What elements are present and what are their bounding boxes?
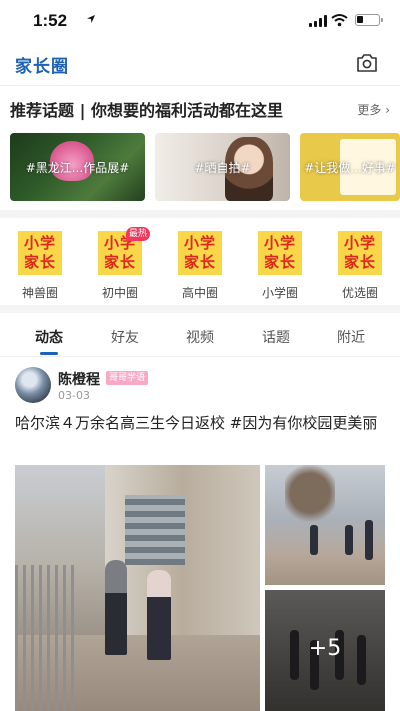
topics-header: 推荐话题 | 你想要的福利活动都在这里 更多 › (10, 97, 390, 123)
topic-card-good-deed[interactable]: #让我做...好事# (300, 133, 400, 201)
category-label: 优选圈 (341, 286, 378, 300)
status-bar: 1:52 (0, 0, 400, 42)
category-label: 小学圈 (261, 286, 298, 300)
post-author[interactable]: 陈橙程 (58, 369, 100, 389)
topic-cards: #黑龙江...作品展# #晒自拍# #让我做...好事# (10, 133, 400, 201)
avatar[interactable] (15, 367, 51, 403)
nav-bar: 家长圈 (0, 42, 400, 86)
topic-card-label: #黑龙江...作品展# (25, 161, 130, 175)
post-text[interactable]: 哈尔滨４万余名高三生今日返校 #因为有你校园更美丽 (15, 412, 385, 435)
section-divider (0, 305, 400, 313)
category-label: 初中圈 (101, 286, 138, 300)
category-senior-high[interactable]: 小学 家长 高中圈 (170, 231, 230, 300)
category-label: 高中圈 (181, 286, 218, 300)
more-photos-count: +5 (308, 636, 342, 661)
page-title: 家长圈 (15, 57, 69, 77)
post-photo-queue[interactable] (265, 465, 385, 585)
category-label: 神兽圈 (21, 286, 58, 300)
active-tab-indicator (40, 352, 58, 355)
tab-videos[interactable]: 视频 (170, 327, 230, 347)
topics-title: 推荐话题 | 你想要的福利活动都在这里 (10, 101, 283, 120)
category-logo: 小学 家长 (338, 231, 382, 275)
post-photo-more[interactable]: +5 (265, 590, 385, 711)
wifi-icon (331, 14, 348, 27)
camera-icon[interactable] (356, 53, 378, 73)
category-logo: 小学 家长 (178, 231, 222, 275)
topic-card-label: #让我做...好事# (304, 161, 396, 175)
post-photo-main[interactable] (15, 465, 260, 711)
circle-categories: 小学 家长 神兽圈 小学 家长 最热 初中圈 小学 家长 高中圈 小学 家长 小学圈 小… (0, 223, 400, 303)
category-featured[interactable]: 小学 家长 优选圈 (330, 231, 390, 300)
post-date: 03-03 (58, 389, 90, 402)
tab-feed[interactable]: 动态 (19, 327, 79, 347)
hot-badge: 最热 (126, 227, 150, 241)
tab-topics[interactable]: 话题 (246, 327, 306, 347)
topic-card-artwork[interactable]: #黑龙江...作品展# (10, 133, 145, 201)
status-time: 1:52 (33, 11, 68, 30)
feed-tabs: 动态 好友 视频 话题 附近 (0, 315, 400, 357)
tab-friends[interactable]: 好友 (95, 327, 155, 347)
section-divider (0, 210, 400, 218)
cellular-signal-icon (309, 15, 327, 27)
author-badge: 哥哥学语 (106, 371, 149, 385)
tab-nearby[interactable]: 附近 (321, 327, 381, 347)
page: 1:52 家长圈 推荐话题 | 你想要的福利活动都在这里 更多 › #黑龙江..… (0, 0, 400, 711)
topic-card-label: #晒自拍# (194, 161, 251, 175)
category-logo: 小学 家长 (258, 231, 302, 275)
topic-card-selfie[interactable]: #晒自拍# (155, 133, 290, 201)
location-arrow-icon (87, 15, 95, 23)
category-junior-high[interactable]: 小学 家长 最热 初中圈 (90, 227, 150, 300)
category-primary[interactable]: 小学 家长 小学圈 (250, 231, 310, 300)
category-logo: 小学 家长 (18, 231, 62, 275)
topics-more-link[interactable]: 更多 › (357, 101, 390, 118)
category-shenshou[interactable]: 小学 家长 神兽圈 (10, 231, 70, 300)
battery-icon (355, 14, 383, 26)
